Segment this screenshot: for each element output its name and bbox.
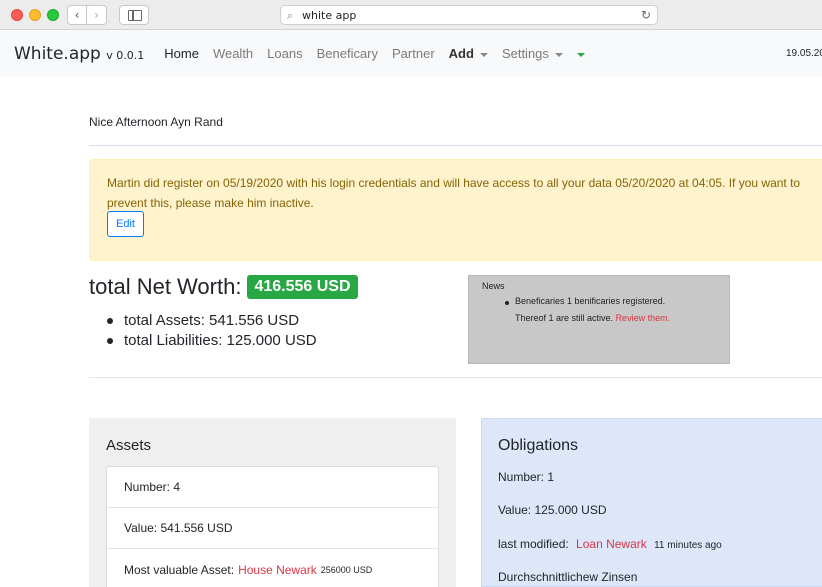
assets-title: Assets [106,437,152,454]
total-liabilities: total Liabilities: 125.000 USD [107,331,317,351]
most-valuable-amount: 256000 USD [320,564,373,575]
list-item: Number: 4 [107,467,438,508]
nav-add-dropdown[interactable]: Add [449,46,488,61]
brand-name: White.app [14,43,101,64]
nav-status-dropdown[interactable] [576,46,585,61]
last-modified-label: last modified: [498,537,569,551]
list-item: Value: 541.556 USD [107,508,438,549]
divider [89,377,822,378]
obligations-number: Number: 1 [498,470,555,484]
browser-toolbar: ‹ › ⌕ white app ↻ [0,0,822,30]
divider [89,145,822,146]
close-window-button[interactable] [11,9,23,21]
caret-down-icon [554,52,563,57]
search-icon: ⌕ [287,8,294,22]
brand-version: v 0.0.1 [106,48,145,62]
net-worth-badge: 416.556 USD [247,275,358,299]
chevron-left-icon[interactable]: ‹ [67,5,87,25]
greeting-text: Nice Afternoon Ayn Rand [89,115,223,129]
assets-card: Assets Number: 4 Value: 541.556 USD Most… [89,418,456,587]
review-link[interactable]: Review them. [616,313,671,323]
news-line-1: Beneficaries 1 benificaries registered. [515,296,666,306]
nav-add-label: Add [448,46,474,61]
caret-down-icon [479,52,488,57]
obligations-card: Obligations Number: 1 Value: 125.000 USD… [481,418,822,587]
news-line-2: Thereof 1 are still active. Review them. [515,313,670,323]
url-text: white app [302,8,357,22]
bullet-icon [505,301,509,305]
alert-message: Martin did register on 05/19/2020 with h… [107,176,801,210]
nav-partner[interactable]: Partner [392,46,435,61]
net-worth-breakdown: total Assets: 541.556 USD total Liabilit… [107,311,317,351]
most-valuable-label: Most valuable Asset: [124,562,235,577]
zoom-window-button[interactable] [47,9,59,21]
news-line-2-text: Thereof 1 are still active. [515,313,614,323]
obligations-title: Obligations [498,437,579,454]
total-assets: total Assets: 541.556 USD [107,311,317,331]
net-worth-heading: total Net Worth: 416.556 USD [89,274,358,300]
net-worth-label: total Net Worth: [89,274,242,299]
nav-date: 19.05.20 [786,48,822,59]
caret-down-icon [576,52,585,57]
nav-settings-dropdown[interactable]: Settings [502,46,563,61]
sidebar-icon[interactable] [119,5,149,25]
app-navbar: White.app v 0.0.1 Home Wealth Loans Bene… [0,30,822,77]
brand[interactable]: White.app v 0.0.1 [14,44,144,64]
assets-number: Number: 4 [124,480,181,494]
obligations-value: Value: 125.000 USD [498,503,607,517]
minimize-window-button[interactable] [29,9,41,21]
news-panel: News Beneficaries 1 benificaries registe… [468,275,730,364]
warning-alert: Martin did register on 05/19/2020 with h… [89,159,822,261]
nav-home[interactable]: Home [164,46,199,61]
address-bar[interactable]: ⌕ white app ↻ [280,5,658,25]
nav-loans[interactable]: Loans [267,46,302,61]
assets-value: Value: 541.556 USD [124,521,233,535]
nav-beneficary[interactable]: Beneficary [317,46,378,61]
edit-button[interactable]: Edit [107,211,144,237]
obligations-interest: Durchschnittlichew Zinsen [498,570,638,584]
last-modified-link[interactable]: Loan Newark [576,537,647,551]
last-modified-time: 11 minutes ago [654,540,722,551]
news-title: News [482,281,505,291]
reload-icon[interactable]: ↻ [641,8,651,22]
most-valuable-link[interactable]: House Newark [238,563,317,577]
assets-list: Number: 4 Value: 541.556 USD Most valuab… [106,466,439,587]
obligations-last-modified: last modified: Loan Newark 11 minutes ag… [498,537,722,551]
nav-wealth[interactable]: Wealth [213,46,253,61]
chevron-right-icon[interactable]: › [87,5,107,25]
list-item: Most valuable Asset: House Newark 256000… [107,549,438,587]
nav-settings-label: Settings [501,46,549,61]
